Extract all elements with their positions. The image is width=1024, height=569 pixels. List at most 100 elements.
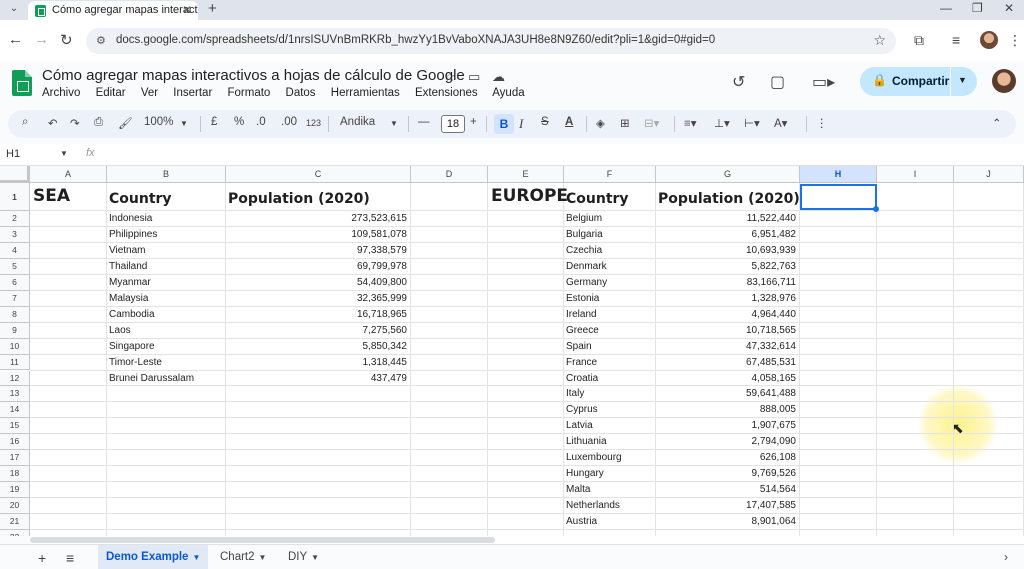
fill-color-icon[interactable]: ◈ [596, 116, 605, 130]
font-select[interactable]: Andika [340, 116, 375, 128]
europe-country-cell[interactable]: Croatia [566, 373, 598, 384]
restore-icon[interactable]: ❐ [972, 1, 983, 15]
version-history-icon[interactable]: ↺ [732, 72, 745, 92]
europe-population-header[interactable]: Population (2020) [658, 191, 800, 207]
sea-country-cell[interactable]: Laos [109, 325, 131, 336]
sea-country-cell[interactable]: Philippines [109, 229, 157, 240]
europe-country-cell[interactable]: Malta [566, 484, 590, 495]
cloud-status-icon[interactable]: ☁ [492, 69, 505, 85]
europe-country-cell[interactable]: Lithuania [566, 436, 607, 447]
media-icon[interactable]: ≡ [952, 32, 960, 48]
row-header[interactable]: 1 [0, 183, 30, 211]
extensions-icon[interactable]: ⧉ [914, 32, 924, 49]
active-cell-selection[interactable] [800, 184, 879, 212]
sheet-tab-dropdown-icon[interactable]: ▼ [259, 553, 267, 562]
menu-ver[interactable]: Ver [141, 87, 158, 99]
menu-extensiones[interactable]: Extensiones [415, 87, 478, 99]
redo-icon[interactable]: ↷ [70, 116, 80, 130]
europe-population-cell[interactable]: 4,964,440 [656, 309, 797, 320]
vertical-align-icon[interactable]: ⊥▾ [714, 116, 730, 130]
undo-icon[interactable]: ↶ [48, 116, 58, 130]
menu-editar[interactable]: Editar [96, 87, 126, 99]
sea-population-cell[interactable]: 1,318,445 [226, 357, 408, 368]
increase-font-size-icon[interactable]: + [470, 116, 477, 128]
sea-country-cell[interactable]: Brunei Darussalam [109, 373, 194, 384]
row-header[interactable]: 20 [0, 498, 30, 515]
text-color-button[interactable]: A [565, 116, 573, 128]
europe-population-cell[interactable]: 59,641,488 [656, 388, 796, 399]
row-header[interactable]: 17 [0, 450, 30, 467]
more-options-icon[interactable]: ⋮ [816, 116, 828, 130]
minimize-icon[interactable]: — [940, 1, 952, 15]
sea-population-cell[interactable]: 5,850,342 [226, 341, 408, 352]
europe-country-cell[interactable]: Netherlands [566, 500, 620, 511]
sea-country-cell[interactable]: Malaysia [109, 293, 148, 304]
europe-population-cell[interactable]: 10,693,939 [656, 245, 796, 256]
column-header[interactable]: H [800, 166, 877, 183]
europe-population-cell[interactable]: 2,794,090 [656, 436, 797, 447]
italic-button[interactable]: I [519, 116, 523, 132]
menu-datos[interactable]: Datos [286, 87, 316, 99]
europe-country-cell[interactable]: Spain [566, 341, 592, 352]
text-wrap-icon[interactable]: ⊢▾ [744, 116, 760, 130]
europe-population-cell[interactable]: 83,166,711 [656, 277, 796, 288]
sheet-tab-diy[interactable]: DIY ▼ [280, 545, 327, 569]
europe-country-cell[interactable]: Greece [566, 325, 599, 336]
paint-format-icon[interactable]: 🖌 [118, 116, 133, 130]
europe-country-cell[interactable]: Ireland [566, 309, 597, 320]
sea-population-header[interactable]: Population (2020) [228, 191, 370, 207]
sea-population-cell[interactable]: 32,365,999 [226, 293, 407, 304]
europe-country-cell[interactable]: Bulgaria [566, 229, 603, 240]
star-icon[interactable]: ☆ [444, 69, 456, 85]
row-header[interactable]: 15 [0, 418, 30, 435]
browser-tab[interactable]: Cómo agregar mapas interactiv ✕ [28, 1, 198, 20]
horizontal-align-icon[interactable]: ≡▾ [684, 116, 696, 130]
row-header[interactable]: 2 [0, 211, 30, 227]
sea-population-cell[interactable]: 7,275,560 [226, 325, 408, 336]
text-rotation-icon[interactable]: A▾ [774, 116, 787, 130]
row-header[interactable]: 5 [0, 258, 30, 275]
sea-heading[interactable]: SEA [33, 186, 70, 206]
sea-country-cell[interactable]: Myanmar [109, 277, 151, 288]
europe-population-cell[interactable]: 8,901,064 [656, 516, 797, 527]
europe-population-cell[interactable]: 47,332,614 [656, 341, 796, 352]
column-header[interactable]: G [656, 166, 800, 183]
column-header[interactable]: J [954, 166, 1024, 183]
europe-population-cell[interactable]: 514,564 [656, 484, 796, 495]
menu-archivo[interactable]: Archivo [42, 87, 80, 99]
europe-population-cell[interactable]: 5,822,763 [656, 261, 797, 272]
borders-icon[interactable]: ⊞ [620, 116, 630, 130]
row-header[interactable]: 16 [0, 434, 30, 451]
europe-country-cell[interactable]: Luxembourg [566, 452, 622, 463]
close-tab-icon[interactable]: ✕ [182, 3, 192, 17]
europe-population-cell[interactable]: 6,951,482 [656, 229, 797, 240]
reload-icon[interactable]: ↻ [60, 31, 73, 49]
column-header[interactable]: B [107, 166, 226, 183]
scrollbar-thumb[interactable] [30, 537, 495, 543]
account-avatar[interactable] [992, 69, 1016, 93]
name-box-dropdown-icon[interactable]: ▼ [60, 149, 68, 158]
select-all-corner[interactable] [0, 166, 30, 183]
print-icon[interactable]: ⎙ [94, 116, 103, 129]
omnibox[interactable]: ⚙ docs.google.com/spreadsheets/d/1nrsISU… [86, 28, 896, 54]
sheet-tab-chart2[interactable]: Chart2 ▼ [212, 545, 274, 569]
site-info-icon[interactable]: ⚙ [96, 34, 106, 47]
sea-country-cell[interactable]: Vietnam [109, 245, 146, 256]
bookmark-star-icon[interactable]: ☆ [873, 32, 886, 49]
font-dropdown-icon[interactable]: ▼ [390, 119, 398, 128]
row-header[interactable]: 6 [0, 274, 30, 291]
row-header[interactable]: 3 [0, 226, 30, 243]
row-header[interactable]: 21 [0, 514, 30, 530]
menu-ayuda[interactable]: Ayuda [492, 87, 524, 99]
row-header[interactable]: 7 [0, 290, 30, 307]
meet-icon[interactable]: ▭▸ [812, 72, 835, 92]
europe-population-cell[interactable]: 1,328,976 [656, 293, 797, 304]
horizontal-scrollbar[interactable] [30, 536, 1024, 544]
europe-country-cell[interactable]: Hungary [566, 468, 604, 479]
europe-country-cell[interactable]: Latvia [566, 420, 593, 431]
row-header[interactable]: 19 [0, 482, 30, 499]
currency-format-button[interactable]: £ [211, 116, 217, 128]
close-window-icon[interactable]: ✕ [1004, 1, 1014, 15]
column-header[interactable]: D [411, 166, 488, 183]
row-header[interactable]: 12 [0, 370, 30, 387]
